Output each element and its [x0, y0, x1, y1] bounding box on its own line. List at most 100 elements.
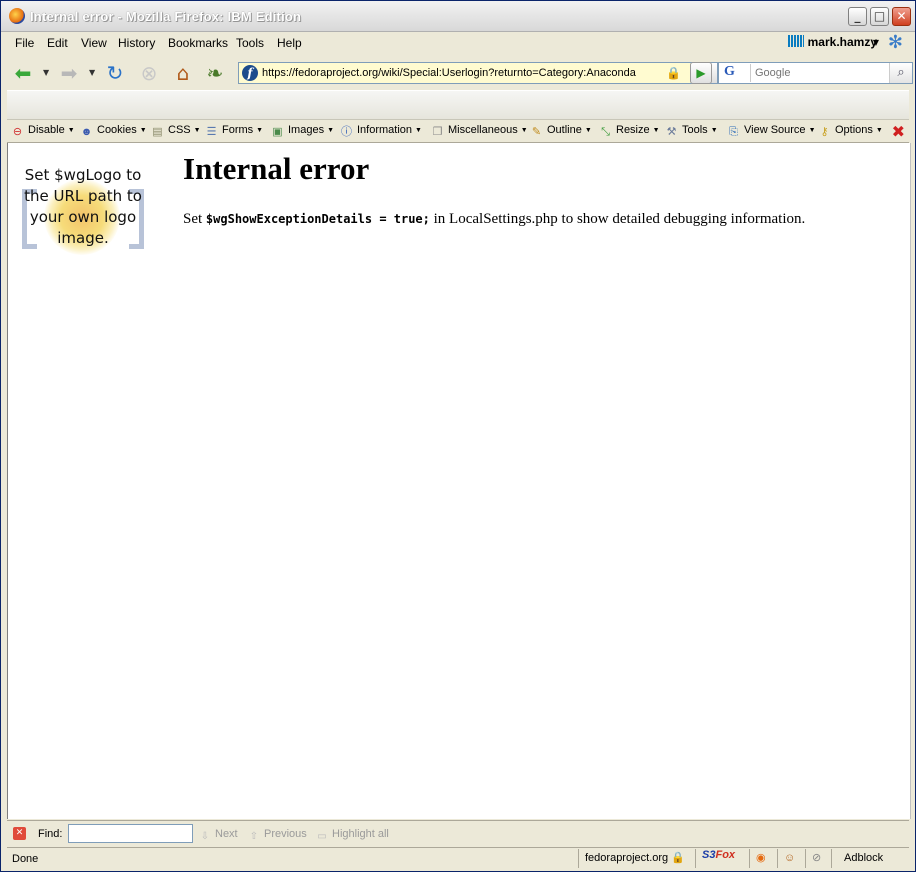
- site-favicon: f: [242, 65, 258, 81]
- dev-miscellaneous[interactable]: ❒ Miscellaneous ▼: [431, 124, 528, 139]
- forward-history-dropdown[interactable]: ▼: [89, 68, 95, 77]
- monkey-icon[interactable]: ☺: [777, 849, 805, 868]
- window-title: Internal error - Mozilla Firefox: IBM Ed…: [30, 9, 302, 24]
- status-domain[interactable]: fedoraproject.org 🔒: [578, 849, 690, 868]
- close-findbar-icon[interactable]: ✕: [13, 827, 26, 840]
- dev-cookies[interactable]: ☻ Cookies ▼: [80, 124, 147, 139]
- dev-images-label: Images: [288, 124, 325, 136]
- resize-icon: ⤡: [601, 126, 610, 138]
- menu-bookmarks[interactable]: Bookmarks: [168, 36, 228, 50]
- url-bar[interactable]: f https://fedoraproject.org/wiki/Special…: [238, 62, 718, 84]
- adblock-button[interactable]: Adblock: [831, 849, 911, 868]
- find-label: Find:: [38, 828, 63, 840]
- page-title: Internal error: [183, 151, 370, 186]
- view-source-icon: ⎘: [729, 126, 738, 138]
- dropdown-icon: ▼: [139, 127, 147, 134]
- forms-icon: ☰: [206, 126, 217, 138]
- dev-resize[interactable]: ⤡ Resize ▼: [599, 124, 659, 139]
- s3fox-label-a: S3: [702, 849, 716, 861]
- search-engine-icon[interactable]: G: [721, 64, 751, 82]
- dev-forms[interactable]: ☰ Forms ▼: [205, 124, 264, 139]
- find-previous-button[interactable]: ⇧ Previous: [248, 828, 307, 843]
- empty-toolbar: [7, 90, 909, 120]
- status-text: Done: [12, 853, 39, 865]
- arrow-up-icon: ⇧: [249, 831, 259, 842]
- close-window-button[interactable]: ✕: [892, 7, 911, 26]
- lock-icon[interactable]: 🔒: [666, 66, 681, 80]
- menu-file[interactable]: File: [15, 36, 34, 50]
- highlight-all-button[interactable]: ▭ Highlight all: [316, 828, 389, 843]
- status-lock-icon: 🔒: [671, 852, 685, 864]
- close-toolbar-icon[interactable]: ✖: [892, 122, 905, 141]
- dev-miscellaneous-label: Miscellaneous: [448, 124, 518, 136]
- web-developer-toolbar: ⊖ Disable ▼ ☻ Cookies ▼ ▤ CSS ▼ ☰ Forms ▼ ▣ Image…: [7, 119, 909, 143]
- magnifier-icon[interactable]: ⌕: [889, 63, 912, 83]
- maximize-button[interactable]: □: [870, 7, 889, 26]
- back-history-dropdown[interactable]: ▼: [43, 68, 49, 77]
- ibm-bars-icon: [787, 35, 804, 47]
- menu-help[interactable]: Help: [277, 36, 302, 50]
- disable-icon: ⊖: [12, 126, 23, 138]
- images-icon: ▣: [272, 126, 283, 138]
- dev-tools[interactable]: ⚒ Tools ▼: [665, 124, 718, 139]
- firefox-icon: [9, 8, 25, 24]
- forward-icon[interactable]: ➡: [57, 61, 81, 85]
- highlight-icon: ▭: [317, 831, 327, 842]
- menu-history[interactable]: History: [118, 36, 155, 50]
- outline-pen-icon: ✎: [531, 126, 542, 138]
- page-content: Set $wgLogo to the URL path to your own …: [7, 143, 911, 819]
- search-box: G ⌕: [718, 62, 913, 84]
- dropdown-icon: ▼: [808, 127, 816, 134]
- dev-outline-label: Outline: [547, 124, 582, 136]
- s3fox-button[interactable]: S3Fox: [695, 849, 749, 868]
- reload-icon[interactable]: ↻: [103, 61, 127, 85]
- disabled-icon[interactable]: ⊘: [805, 849, 831, 868]
- menu-view[interactable]: View: [81, 36, 107, 50]
- go-button[interactable]: ▶: [690, 62, 712, 84]
- find-next-button[interactable]: ⇩ Next: [199, 828, 238, 843]
- menu-tools[interactable]: Tools: [236, 36, 264, 50]
- dev-outline[interactable]: ✎ Outline ▼: [530, 124, 592, 139]
- wiki-logo[interactable]: Set $wgLogo to the URL path to your own …: [18, 165, 148, 270]
- dev-options[interactable]: ⚷ Options ▼: [818, 124, 882, 139]
- snowflake-icon[interactable]: ✻: [888, 32, 903, 53]
- dev-images[interactable]: ▣ Images ▼: [271, 124, 334, 139]
- home-icon[interactable]: ⌂: [171, 61, 195, 85]
- cookies-icon: ☻: [80, 126, 93, 138]
- dropdown-icon: ▼: [256, 127, 264, 134]
- key-icon: ⚷: [820, 126, 829, 138]
- user-account[interactable]: mark.hamzy: [787, 35, 877, 49]
- dropdown-icon: ▼: [415, 127, 422, 134]
- dev-information-label: Information: [357, 124, 413, 136]
- dev-view-source[interactable]: ⎘ View Source ▼: [727, 124, 816, 139]
- dev-forms-label: Forms: [222, 124, 254, 136]
- url-text[interactable]: https://fedoraproject.org/wiki/Special:U…: [262, 67, 642, 79]
- information-icon: ⓘ: [341, 126, 352, 138]
- highlight-all-label: Highlight all: [332, 828, 389, 840]
- dev-cookies-label: Cookies: [97, 124, 137, 136]
- dev-information[interactable]: ⓘ Information ▼: [340, 124, 422, 139]
- user-dropdown-icon[interactable]: ▼: [873, 38, 879, 47]
- css-icon: ▤: [152, 126, 163, 138]
- stop-icon[interactable]: ⊗: [137, 61, 161, 85]
- status-bar: Done fedoraproject.org 🔒 S3Fox ◉ ☺ ⊘ Adb…: [7, 847, 909, 870]
- dev-css[interactable]: ▤ CSS ▼: [151, 124, 200, 139]
- dev-view-source-label: View Source: [744, 124, 806, 136]
- back-icon[interactable]: ⬅: [11, 61, 35, 85]
- dropdown-icon: ▼: [327, 127, 335, 134]
- dev-disable[interactable]: ⊖ Disable ▼: [11, 124, 75, 139]
- minimize-button[interactable]: _: [848, 7, 867, 26]
- menu-edit[interactable]: Edit: [47, 36, 68, 50]
- leaf-icon[interactable]: ❧: [203, 61, 227, 85]
- s3fox-label-b: Fox: [715, 849, 736, 861]
- error-message-suffix: in LocalSettings.php to show detailed de…: [429, 211, 806, 227]
- search-input[interactable]: [753, 65, 887, 81]
- error-message-prefix: Set: [183, 211, 206, 227]
- logo-placeholder-text: Set $wgLogo to the URL path to your own …: [24, 166, 142, 247]
- error-message-code: $wgShowExceptionDetails = true;: [205, 212, 430, 226]
- dropdown-icon: ▼: [710, 127, 718, 134]
- browser-window: Internal error - Mozilla Firefox: IBM Ed…: [0, 0, 916, 872]
- find-previous-label: Previous: [264, 828, 307, 840]
- find-input[interactable]: [68, 824, 193, 843]
- firefox-status-icon[interactable]: ◉: [749, 849, 777, 868]
